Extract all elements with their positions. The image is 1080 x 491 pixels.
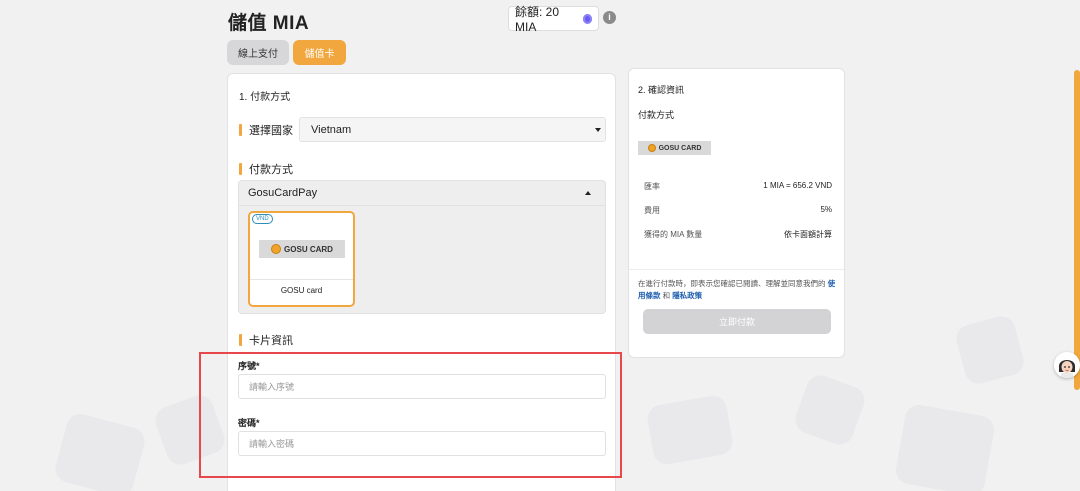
divider <box>250 279 353 280</box>
payment-section-title: 1. 付款方式 <box>239 92 291 103</box>
gosu-card-option[interactable]: VND GOSU CARD GOSU card <box>248 211 355 307</box>
pay-now-button[interactable]: 立即付款 <box>643 309 831 334</box>
gosu-card-logo: GOSU CARD <box>259 240 345 258</box>
country-value: Vietnam <box>311 123 352 136</box>
info-icon[interactable]: i <box>603 11 616 24</box>
page-title: 儲值 MIA <box>228 13 310 34</box>
chevron-down-icon <box>595 128 601 132</box>
privacy-policy-link[interactable]: 隱私政策 <box>672 291 702 300</box>
terms-and: 和 <box>662 291 671 300</box>
avatar[interactable] <box>1054 352 1080 378</box>
terms-text: 在進行付款時，即表示您確認已閱讀、理解並同意我們的 使用條款 和 隱私政策 <box>638 278 838 302</box>
payment-method-header[interactable]: GosuCardPay <box>239 181 605 206</box>
row-key: 費用 <box>644 206 660 215</box>
confirm-panel: 2. 確認資訊 付款方式 GOSU CARD 匯率 1 MIA = 656.2 … <box>628 68 845 358</box>
fee-row: 費用 5% <box>644 205 832 216</box>
gosu-card-logo-text: GOSU CARD <box>284 244 333 254</box>
mia-amount-row: 獲得的 MIA 數量 依卡面額計算 <box>644 229 832 240</box>
highlight-box <box>199 352 622 478</box>
country-label: 選擇國家 <box>249 125 293 137</box>
method-heading: 付款方式 <box>239 161 293 177</box>
currency-badge: VND <box>252 214 273 224</box>
balance-badge: 餘額: 20 MIA <box>508 5 599 34</box>
divider <box>629 269 844 270</box>
card-info-label: 卡片資訊 <box>249 335 293 347</box>
card-option-name: GOSU card <box>280 286 323 295</box>
gosu-card-logo: GOSU CARD <box>638 141 711 155</box>
payment-method-dropdown: GosuCardPay VND GOSU CARD GOSU card <box>238 180 606 314</box>
confirm-method-label: 付款方式 <box>638 110 675 120</box>
gosu-card-logo-text: GOSU CARD <box>658 144 702 152</box>
payment-method-value: GosuCardPay <box>248 187 318 199</box>
scrollbar[interactable] <box>1074 70 1080 390</box>
accent-bar <box>239 163 242 175</box>
country-select[interactable]: Vietnam <box>299 117 606 142</box>
row-value: 依卡面額計算 <box>784 230 832 239</box>
row-key: 匯率 <box>644 182 660 191</box>
terms-prefix: 在進行付款時，即表示您確認已閱讀、理解並同意我們的 <box>638 279 826 288</box>
mia-coin-icon <box>582 13 592 24</box>
confirm-section-title: 2. 確認資訊 <box>638 85 685 95</box>
country-heading: 選擇國家 <box>239 122 293 138</box>
chevron-up-icon[interactable] <box>585 191 591 195</box>
balance-label: 餘額: 20 MIA <box>515 5 560 34</box>
accent-bar <box>239 124 242 136</box>
tab-prepaid-card[interactable]: 儲值卡 <box>293 40 346 65</box>
gosu-coin-icon <box>647 144 656 152</box>
row-value: 1 MIA = 656.2 VND <box>763 181 832 190</box>
exchange-rate-row: 匯率 1 MIA = 656.2 VND <box>644 181 832 192</box>
method-label: 付款方式 <box>249 164 293 176</box>
gosu-coin-icon <box>271 244 282 254</box>
row-key: 獲得的 MIA 數量 <box>644 230 703 239</box>
row-value: 5% <box>820 205 832 214</box>
card-info-heading: 卡片資訊 <box>239 332 293 348</box>
user-avatar-icon <box>1054 352 1080 378</box>
accent-bar <box>239 334 242 346</box>
tab-online-payment[interactable]: 線上支付 <box>227 40 289 65</box>
